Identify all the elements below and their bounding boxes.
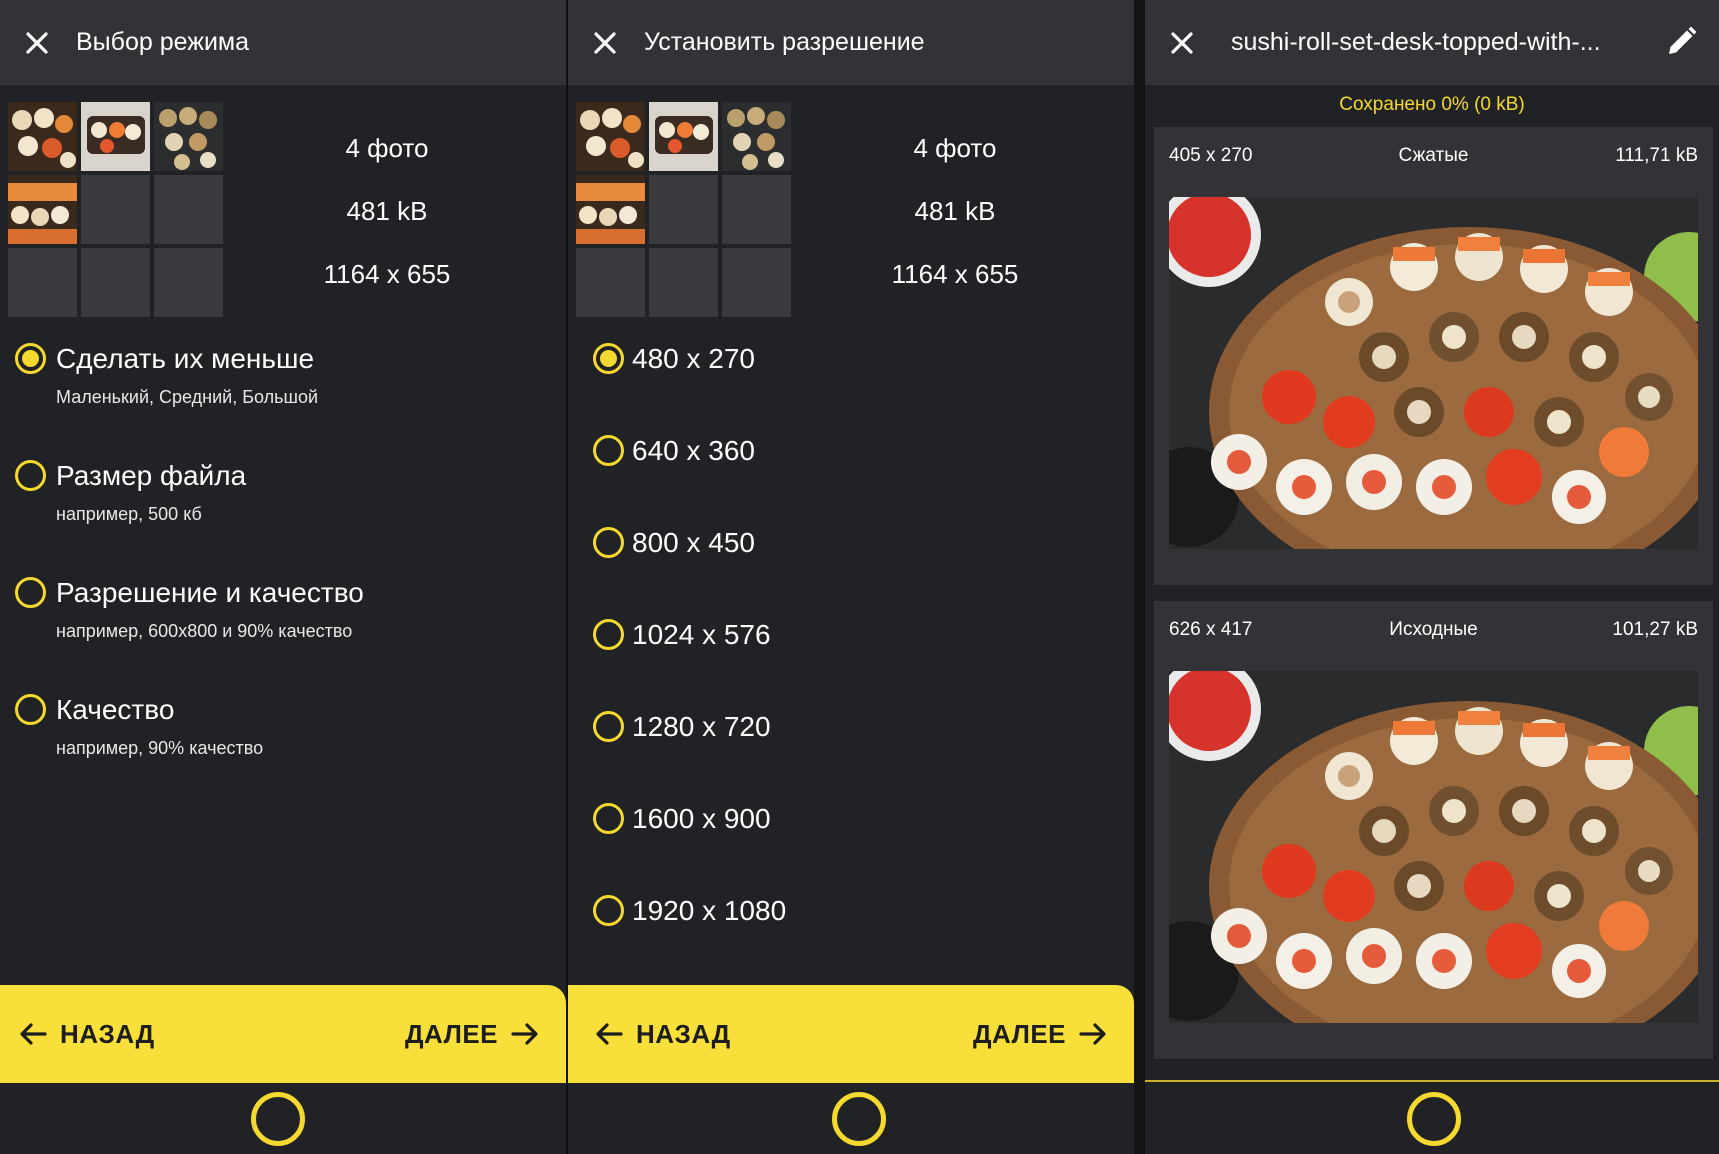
- photo-thumbnail: [722, 102, 791, 171]
- arrow-right-icon: [1079, 1023, 1106, 1045]
- original-image-card: 626 x 417 Исходные 101,27 kB: [1154, 601, 1713, 1059]
- top-app-bar: sushi-roll-set-desk-topped-with-...: [1145, 0, 1719, 85]
- top-app-bar: Установить разрешение: [568, 0, 1134, 85]
- resolution-label: 1920 x 1080: [632, 895, 787, 926]
- mode-option-label: Размер файла: [56, 460, 247, 491]
- arrow-left-icon: [20, 1023, 47, 1045]
- back-button[interactable]: НАЗАД: [18, 985, 155, 1083]
- top-app-bar: Выбор режима: [0, 0, 566, 85]
- mode-option-hint: например, 500 кб: [56, 504, 202, 524]
- photo-count: 4 фото: [913, 133, 997, 163]
- system-nav-bar: [568, 1083, 1134, 1154]
- sushi-photo-illustration: [1169, 671, 1698, 1023]
- next-button[interactable]: ДАЛЕЕ: [405, 985, 540, 1083]
- empty-thumbnail-slot: [154, 175, 223, 244]
- mode-option-hint: Маленький, Средний, Большой: [56, 387, 319, 407]
- home-circle-icon[interactable]: [832, 1092, 886, 1146]
- sushi-photo[interactable]: [1169, 197, 1698, 549]
- radio-button[interactable]: [593, 711, 624, 742]
- home-circle-icon[interactable]: [251, 1092, 305, 1146]
- radio-button[interactable]: [593, 803, 624, 834]
- photo-count: 4 фото: [345, 133, 429, 163]
- saved-status: Сохранено 0% (0 kB): [1339, 94, 1525, 115]
- mode-option-label: Разрешение и качество: [56, 577, 364, 608]
- mode-option-hint: например, 90% качество: [56, 738, 264, 758]
- max-resolution: 1164 x 655: [891, 259, 1019, 289]
- back-button-label: НАЗАД: [636, 1018, 731, 1049]
- resolution-label: 1280 x 720: [632, 711, 771, 742]
- empty-thumbnail-slot: [81, 248, 150, 317]
- bottom-action-bar: НАЗАД ДАЛЕЕ: [0, 985, 566, 1083]
- resolution-label: 480 x 270: [632, 343, 755, 374]
- card-header: 626 x 417 Исходные 101,27 kB: [1154, 601, 1713, 657]
- radio-button[interactable]: [593, 527, 624, 558]
- total-size: 481 kB: [914, 196, 996, 226]
- photo-thumbnail-grid: [8, 102, 224, 318]
- mode-option-label: Сделать их меньше: [56, 343, 315, 374]
- radio-button[interactable]: [15, 694, 46, 725]
- next-button[interactable]: ДАЛЕЕ: [973, 985, 1108, 1083]
- radio-button[interactable]: [15, 460, 46, 491]
- screen-title: Выбор режима: [76, 28, 250, 56]
- empty-thumbnail-slot: [8, 248, 77, 317]
- empty-thumbnail-slot: [154, 248, 223, 317]
- compare-result-screen: sushi-roll-set-desk-topped-with-... Сохр…: [1145, 0, 1719, 1154]
- system-nav-bar: [0, 1083, 566, 1154]
- max-resolution: 1164 x 655: [323, 259, 451, 289]
- photo-thumbnail: [8, 102, 77, 171]
- back-button[interactable]: НАЗАД: [594, 985, 731, 1083]
- close-icon[interactable]: [20, 26, 54, 60]
- radio-button[interactable]: [593, 619, 624, 650]
- photo-thumbnail-grid: [576, 102, 792, 318]
- close-icon[interactable]: [588, 26, 622, 60]
- file-size: 101,27 kB: [1612, 619, 1698, 640]
- photo-thumbnail: [154, 102, 223, 171]
- home-circle-icon[interactable]: [1407, 1092, 1461, 1146]
- radio-button[interactable]: [593, 435, 624, 466]
- resolution-label: 1600 x 900: [632, 803, 771, 834]
- card-header: 405 x 270 Сжатые 111,71 kB: [1154, 127, 1713, 183]
- empty-thumbnail-slot: [722, 248, 791, 317]
- total-size: 481 kB: [346, 196, 428, 226]
- mode-select-screen: Выбор режима 4 фото 481 kB 1164 x 655 Сд…: [0, 0, 566, 1154]
- mode-option-label: Качество: [56, 694, 175, 725]
- photo-thumbnail: [576, 102, 645, 171]
- photo-thumbnail: [576, 175, 645, 244]
- resolution-select-screen: Установить разрешение 4 фото 481 kB 1164…: [568, 0, 1134, 1154]
- photo-thumbnail: [649, 102, 718, 171]
- next-button-label: ДАЛЕЕ: [404, 1018, 498, 1049]
- system-nav-bar: [1145, 1083, 1719, 1154]
- file-name-title: sushi-roll-set-desk-topped-with-...: [1231, 28, 1601, 56]
- resolution-label: 640 x 360: [632, 435, 755, 466]
- sushi-photo[interactable]: [1169, 671, 1698, 1023]
- radio-button-selected[interactable]: [15, 343, 46, 374]
- screen-title: Установить разрешение: [644, 28, 925, 56]
- radio-button-selected[interactable]: [593, 343, 624, 374]
- empty-thumbnail-slot: [576, 248, 645, 317]
- compressed-image-card: 405 x 270 Сжатые 111,71 kB: [1154, 127, 1713, 585]
- radio-button[interactable]: [593, 895, 624, 926]
- empty-thumbnail-slot: [649, 175, 718, 244]
- photo-thumbnail: [81, 102, 150, 171]
- arrow-right-icon: [511, 1023, 538, 1045]
- close-icon[interactable]: [1165, 26, 1199, 60]
- photo-thumbnail: [8, 175, 77, 244]
- mode-option-hint: например, 600x800 и 90% качество: [56, 621, 353, 641]
- arrow-left-icon: [596, 1023, 623, 1045]
- next-button-label: ДАЛЕЕ: [972, 1018, 1066, 1049]
- file-size: 111,71 kB: [1615, 145, 1698, 166]
- empty-thumbnail-slot: [722, 175, 791, 244]
- resolution-label: 800 x 450: [632, 527, 755, 558]
- empty-thumbnail-slot: [81, 175, 150, 244]
- bottom-action-bar: НАЗАД ДАЛЕЕ: [568, 985, 1134, 1083]
- sushi-photo-illustration: [1169, 197, 1698, 549]
- pencil-icon[interactable]: [1663, 24, 1699, 60]
- back-button-label: НАЗАД: [60, 1018, 155, 1049]
- radio-button[interactable]: [15, 577, 46, 608]
- resolution-label: 1024 x 576: [632, 619, 771, 650]
- empty-thumbnail-slot: [649, 248, 718, 317]
- progress-line: [1145, 1080, 1719, 1082]
